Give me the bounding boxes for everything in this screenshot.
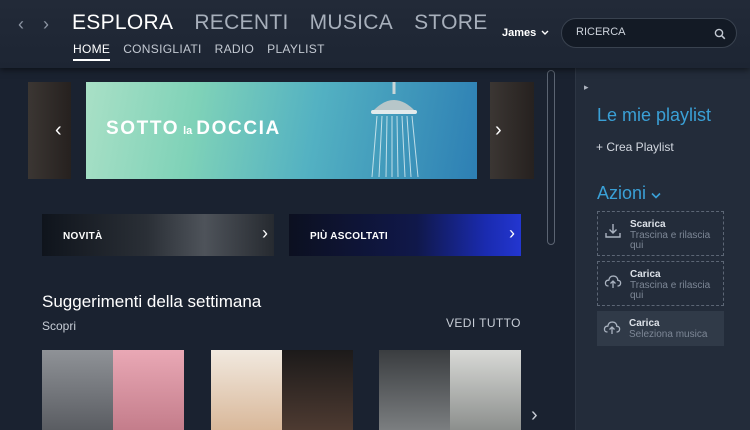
search-icon[interactable] — [714, 27, 726, 45]
suggestion-card[interactable] — [379, 350, 521, 430]
playlists-heading: Le mie playlist — [597, 105, 712, 125]
dropzone-hint: Trascina e rilascia qui — [630, 230, 711, 251]
chevron-right-icon: › — [509, 223, 515, 243]
tab-recenti[interactable]: RECENTI — [194, 11, 288, 35]
upload-cloud-icon — [603, 318, 621, 341]
subtab-home[interactable]: HOME — [73, 42, 111, 61]
user-name: James — [502, 27, 537, 39]
subtab-consigliati[interactable]: CONSIGLIATI — [123, 42, 201, 61]
banner-title-word-3: DOCCIA — [196, 118, 281, 139]
album-art — [450, 350, 521, 430]
sub-tabs: HOME CONSIGLIATI RADIO PLAYLIST — [73, 42, 325, 61]
dropzone-title: Scarica — [630, 219, 666, 230]
search-input[interactable] — [576, 26, 706, 38]
top-bar: ‹ › ESPLORA RECENTI MUSICA STORE HOME CO… — [0, 0, 750, 68]
album-art — [282, 350, 353, 430]
subtab-radio[interactable]: RADIO — [215, 42, 255, 61]
main-tabs: ESPLORA RECENTI MUSICA STORE — [72, 11, 488, 35]
actions-heading[interactable]: Azioni — [597, 183, 661, 204]
featured-banner[interactable]: SOTTO la DOCCIA — [86, 82, 477, 179]
category-piu-ascoltati-button[interactable]: PIÙ ASCOLTATI › — [289, 214, 521, 256]
dropzone-hint: Trascina e rilascia qui — [630, 280, 711, 301]
scrollbar[interactable] — [547, 70, 555, 245]
album-art — [211, 350, 282, 430]
carousel-next-button[interactable]: › — [495, 119, 502, 142]
chevron-down-icon — [541, 27, 549, 39]
category-label: NOVITÀ — [63, 231, 103, 242]
search-box — [561, 18, 737, 48]
section-title: Suggerimenti della settimana — [42, 292, 262, 311]
category-novita-button[interactable]: NOVITÀ › — [42, 214, 274, 256]
chevron-down-icon — [651, 183, 661, 203]
see-all-link[interactable]: VEDI TUTTO — [446, 316, 521, 330]
album-art — [42, 350, 113, 430]
tab-store[interactable]: STORE — [414, 11, 487, 35]
album-art — [379, 350, 450, 430]
dropzone-hint: Seleziona musica — [629, 329, 708, 340]
upload-dropzone[interactable]: Carica Trascina e rilascia qui — [597, 261, 724, 306]
suggestion-card[interactable] — [211, 350, 353, 430]
forward-button[interactable]: › — [43, 14, 49, 35]
suggestion-card[interactable] — [42, 350, 184, 430]
download-icon — [604, 222, 622, 245]
album-art — [113, 350, 184, 430]
banner-title-word-2: la — [183, 125, 193, 137]
banner-title: SOTTO la DOCCIA — [106, 118, 281, 140]
user-menu[interactable]: James — [502, 27, 549, 39]
main-content: ‹ SOTTO la DOCCIA › NOVITÀ › PIÙ ASCOLTATI… — [0, 68, 575, 430]
select-music-button[interactable]: Carica Seleziona musica — [597, 311, 724, 346]
banner-title-word-1: SOTTO — [106, 118, 180, 139]
tab-musica[interactable]: MUSICA — [310, 11, 393, 35]
collapse-sidebar-button[interactable]: ▸ — [584, 82, 589, 93]
download-dropzone[interactable]: Scarica Trascina e rilascia qui — [597, 211, 724, 256]
dropzone-title: Carica — [630, 269, 661, 280]
back-button[interactable]: ‹ — [18, 14, 24, 35]
right-sidebar: ▸ Le mie playlist + Crea Playlist Azioni… — [575, 68, 750, 430]
chevron-right-icon: › — [262, 223, 268, 243]
section-subtitle: Scopri — [42, 319, 77, 333]
actions-heading-label: Azioni — [597, 183, 647, 203]
carousel-prev-thumbnail[interactable] — [28, 82, 71, 179]
tab-esplora[interactable]: ESPLORA — [72, 11, 173, 35]
upload-cloud-icon — [604, 272, 622, 295]
dropzone-title: Carica — [629, 318, 660, 329]
carousel-prev-button[interactable]: ‹ — [55, 119, 62, 142]
suggestions-next-button[interactable]: › — [531, 404, 538, 427]
create-playlist-button[interactable]: + Crea Playlist — [596, 140, 674, 154]
category-label: PIÙ ASCOLTATI — [310, 231, 388, 242]
shower-head-icon — [371, 82, 419, 178]
subtab-playlist[interactable]: PLAYLIST — [267, 42, 325, 61]
